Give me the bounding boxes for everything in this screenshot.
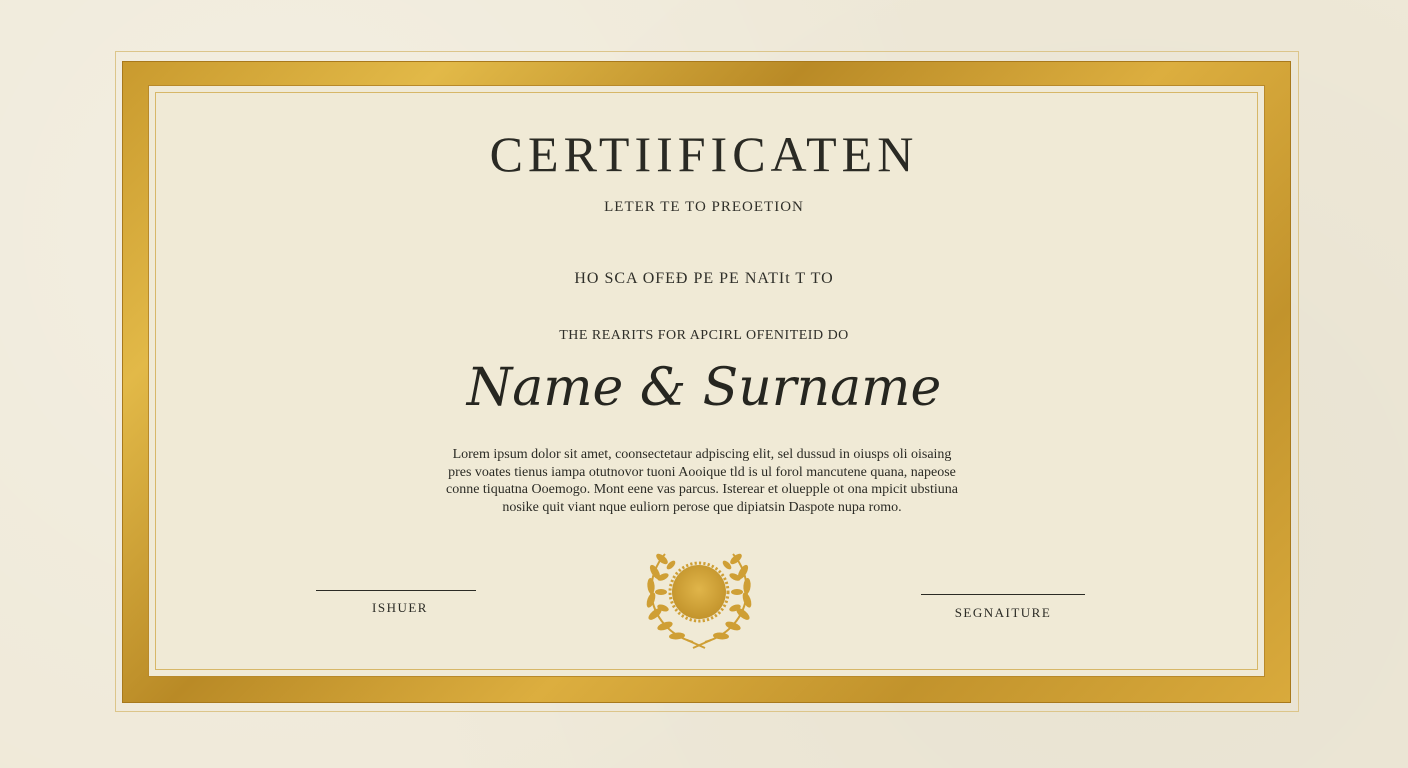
signature-label: SEGNAITURE	[954, 605, 1052, 620]
body-line: pres voates tienus iampa otutnovor tuoni…	[448, 464, 956, 480]
reason-line: THE REARITS FOR APCIRL OFENITEID DO	[559, 328, 849, 343]
body-line: conne tiquatna Ooemogo. Mont eene vas pa…	[445, 482, 958, 498]
body-line: Lorem ipsum dolor sit amet, coonsectetau…	[452, 447, 952, 462]
gold-laurel-seal-icon	[646, 553, 752, 649]
issuer-signature-line	[316, 590, 476, 591]
recipient-name: Name & Surname	[466, 358, 942, 418]
presented-to-line: HO SCA OFEÐ PE PE NATIt T TO	[574, 270, 834, 287]
signature-line	[921, 594, 1085, 595]
certificate-body-text: Lorem ipsum dolor sit amet, coonsectetau…	[380, 446, 1024, 516]
certificate-title: CERTIIFICATEN	[489, 126, 919, 182]
issuer-label: ISHUER	[372, 600, 428, 615]
certificate-subtitle: LETER TE TO PREOETION	[604, 199, 804, 215]
body-line: nosike quit viant nque euliorn perose qu…	[502, 499, 902, 515]
